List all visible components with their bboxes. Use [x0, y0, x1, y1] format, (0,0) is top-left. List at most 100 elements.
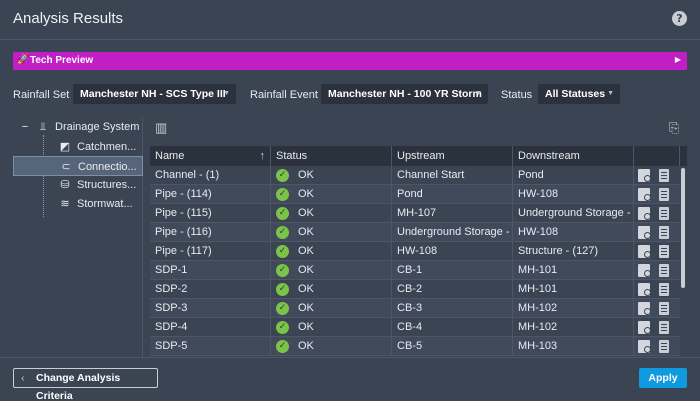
- table-row[interactable]: Pipe - (117) ✓ OK HW-108 Structure - (127): [150, 242, 680, 261]
- column-header-downstream[interactable]: Downstream: [513, 146, 634, 166]
- table-row[interactable]: SDP-3 ✓ OK CB-3 MH-102: [150, 299, 680, 318]
- check-circle-icon: ✓: [276, 245, 289, 258]
- table-row[interactable]: Channel - (1) ✓ OK Channel Start Pond: [150, 166, 680, 185]
- cell-upstream: CB-5: [392, 337, 513, 356]
- cell-status: ✓ OK: [271, 299, 392, 318]
- table-row[interactable]: SDP-1 ✓ OK CB-1 MH-101: [150, 261, 680, 280]
- column-header-status[interactable]: Status: [271, 146, 392, 166]
- tech-preview-banner[interactable]: 🚀 Tech Preview ▶: [13, 52, 687, 70]
- column-header-name[interactable]: Name ↑: [150, 146, 271, 166]
- apply-button[interactable]: Apply: [639, 368, 687, 388]
- zoom-to-icon[interactable]: [638, 245, 651, 258]
- zoom-to-icon[interactable]: [638, 188, 651, 201]
- tree-root-drainage-system[interactable]: − ⫫ Drainage System: [19, 117, 141, 137]
- zoom-to-icon[interactable]: [638, 321, 651, 334]
- window-title: Analysis Results: [13, 10, 124, 27]
- drainage-tree: − ⫫ Drainage System ◩ Catchmen... ⊂ Conn…: [13, 117, 143, 357]
- cell-name: Pipe - (115): [150, 204, 271, 223]
- table-header: Name ↑ Status Upstream Downstream: [150, 146, 687, 166]
- cell-status: ✓ OK: [271, 223, 392, 242]
- zoom-to-icon[interactable]: [638, 340, 651, 353]
- table-row[interactable]: Pipe - (114) ✓ OK Pond HW-108: [150, 185, 680, 204]
- status-text: OK: [298, 188, 314, 200]
- status-dropdown[interactable]: All Statuses ▼: [538, 84, 620, 104]
- cell-downstream: Underground Storage -: [513, 204, 634, 223]
- cell-upstream: HW-108: [392, 242, 513, 261]
- cell-name: SDP-3: [150, 299, 271, 318]
- cell-status: ✓ OK: [271, 337, 392, 356]
- zoom-to-icon[interactable]: [638, 169, 651, 182]
- change-analysis-criteria-button[interactable]: ‹ Change Analysis Criteria: [13, 368, 158, 401]
- cell-status: ✓ OK: [271, 280, 392, 299]
- cell-name: Pipe - (116): [150, 223, 271, 242]
- cell-upstream: CB-2: [392, 280, 513, 299]
- table-row[interactable]: Pipe - (116) ✓ OK Underground Storage - (1)…: [150, 223, 680, 242]
- vertical-scrollbar[interactable]: [680, 166, 687, 357]
- column-chooser-icon[interactable]: ▥: [155, 120, 167, 136]
- chevron-down-icon: ▼: [607, 90, 614, 97]
- zoom-to-icon[interactable]: [638, 226, 651, 239]
- report-icon[interactable]: [659, 226, 669, 239]
- cell-downstream: MH-101: [513, 261, 634, 280]
- cell-name: Pipe - (117): [150, 242, 271, 261]
- column-header-actions: [634, 146, 680, 166]
- check-circle-icon: ✓: [276, 207, 289, 220]
- export-icon[interactable]: ⎘: [669, 120, 679, 136]
- cell-downstream: MH-103: [513, 337, 634, 356]
- chevron-left-icon: ‹: [21, 372, 25, 384]
- cell-downstream: HW-108: [513, 223, 634, 242]
- report-icon[interactable]: [659, 283, 669, 296]
- status-text: OK: [298, 226, 314, 238]
- cell-downstream: MH-101: [513, 280, 634, 299]
- cell-downstream: MH-102: [513, 318, 634, 337]
- tree-item-stormwater[interactable]: ≋ Stormwat...: [45, 194, 143, 214]
- cell-name: SDP-1: [150, 261, 271, 280]
- cell-name: Pipe - (114): [150, 185, 271, 204]
- help-icon[interactable]: ?: [672, 11, 687, 26]
- zoom-to-icon[interactable]: [638, 283, 651, 296]
- zoom-to-icon[interactable]: [638, 264, 651, 277]
- rainfall-set-dropdown[interactable]: Manchester NH - SCS Type III ▼: [73, 84, 236, 104]
- cell-upstream: Underground Storage - (1): [392, 223, 513, 242]
- sort-ascending-icon: ↑: [259, 150, 266, 162]
- tree-item-structures[interactable]: ⛁ Structures...: [45, 175, 143, 195]
- cell-upstream: CB-3: [392, 299, 513, 318]
- report-icon[interactable]: [659, 321, 669, 334]
- table-row[interactable]: SDP-2 ✓ OK CB-2 MH-101: [150, 280, 680, 299]
- rainfall-event-dropdown[interactable]: Manchester NH - 100 YR Storm ▼: [321, 84, 488, 104]
- catchment-icon: ◩: [59, 141, 71, 153]
- zoom-to-icon[interactable]: [638, 207, 651, 220]
- report-icon[interactable]: [659, 340, 669, 353]
- table-row[interactable]: Pipe - (115) ✓ OK MH-107 Underground Storage…: [150, 204, 680, 223]
- collapse-icon[interactable]: −: [19, 121, 31, 133]
- check-circle-icon: ✓: [276, 340, 289, 353]
- report-icon[interactable]: [659, 302, 669, 315]
- report-icon[interactable]: [659, 207, 669, 220]
- tree-item-connections[interactable]: ⊂ Connectio...: [13, 156, 143, 176]
- zoom-to-icon[interactable]: [638, 302, 651, 315]
- cell-name: SDP-5: [150, 337, 271, 356]
- status-text: OK: [298, 207, 314, 219]
- cell-status: ✓ OK: [271, 166, 392, 185]
- tree-item-catchments[interactable]: ◩ Catchmen...: [45, 137, 143, 157]
- status-text: OK: [298, 169, 314, 181]
- check-circle-icon: ✓: [276, 321, 289, 334]
- report-icon[interactable]: [659, 245, 669, 258]
- scrollbar-thumb[interactable]: [681, 168, 685, 288]
- cell-upstream: CB-1: [392, 261, 513, 280]
- report-icon[interactable]: [659, 188, 669, 201]
- cell-status: ✓ OK: [271, 318, 392, 337]
- cell-name: Channel - (1): [150, 166, 271, 185]
- column-header-upstream[interactable]: Upstream: [392, 146, 513, 166]
- report-icon[interactable]: [659, 264, 669, 277]
- rainfall-event-label: Rainfall Event: [250, 89, 318, 101]
- check-circle-icon: ✓: [276, 283, 289, 296]
- cell-status: ✓ OK: [271, 242, 392, 261]
- cell-upstream: CB-4: [392, 318, 513, 337]
- rocket-icon: 🚀: [17, 54, 30, 65]
- check-circle-icon: ✓: [276, 264, 289, 277]
- report-icon[interactable]: [659, 169, 669, 182]
- rainfall-set-label: Rainfall Set: [13, 89, 70, 101]
- table-row[interactable]: SDP-4 ✓ OK CB-4 MH-102: [150, 318, 680, 337]
- table-row[interactable]: SDP-5 ✓ OK CB-5 MH-103: [150, 337, 680, 356]
